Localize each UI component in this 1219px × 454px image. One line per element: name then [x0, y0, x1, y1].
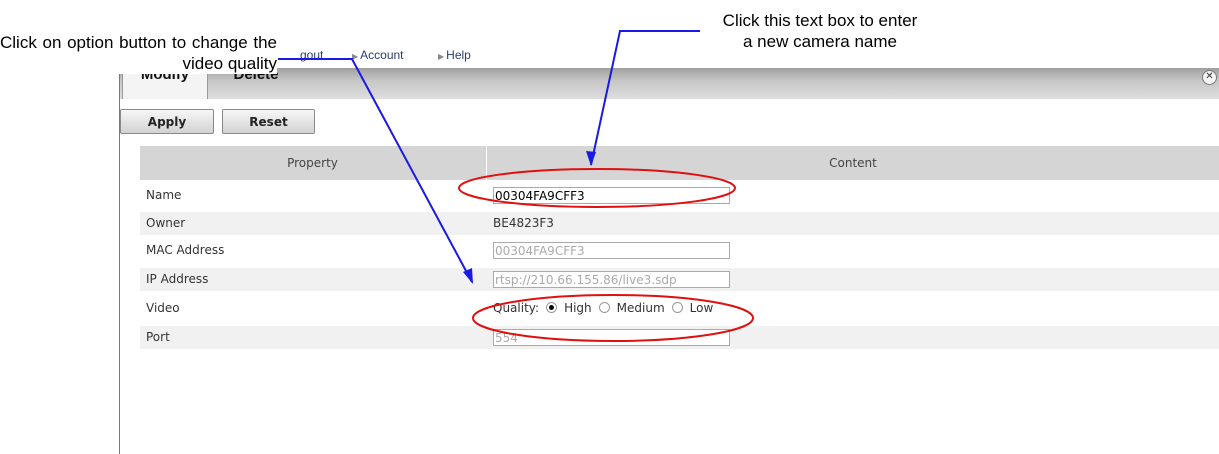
- row-label: MAC Address: [146, 243, 225, 257]
- row-label: Name: [146, 188, 182, 202]
- apply-button[interactable]: Apply: [120, 109, 214, 134]
- mac-address-field: [493, 242, 730, 259]
- annotation-line-2: a new camera name: [742, 32, 898, 51]
- row-port: Port: [140, 326, 1219, 349]
- triangle-right-icon: ▶: [352, 52, 359, 61]
- tab-bar: Modify Delete: [120, 67, 1219, 99]
- quality-label: Quality:: [493, 301, 540, 315]
- annotation-video-quality: Click on option button to change the vid…: [0, 32, 277, 74]
- quality-medium-radio[interactable]: [598, 302, 610, 313]
- nav-help-link[interactable]: ▶ Help: [438, 48, 471, 62]
- quality-high-label: High: [564, 301, 592, 315]
- nav-help-label: Help: [446, 48, 471, 62]
- reset-button[interactable]: Reset: [222, 109, 315, 134]
- quality-medium-label: Medium: [616, 301, 665, 315]
- port-field: [493, 329, 730, 346]
- annotation-line-1: Click this text box to enter: [722, 11, 918, 30]
- owner-value: BE4823F3: [493, 216, 554, 230]
- header-content: Content: [829, 156, 877, 170]
- row-label: Owner: [146, 216, 186, 230]
- annotation-camera-name: Click this text box to enter a new camer…: [655, 10, 985, 52]
- quality-high-radio[interactable]: [546, 302, 558, 313]
- row-label: IP Address: [146, 272, 209, 286]
- nav-account-label: Account: [360, 48, 404, 62]
- row-mac: MAC Address: [140, 239, 1219, 262]
- row-video: Video Quality: High Medium Low: [140, 297, 1219, 320]
- row-owner: Owner BE4823F3: [140, 212, 1219, 235]
- quality-low-radio[interactable]: [671, 302, 683, 313]
- nav-logout-link[interactable]: gout: [300, 48, 323, 62]
- row-label: Port: [146, 330, 170, 344]
- header-property: Property: [287, 156, 338, 170]
- close-icon[interactable]: ✕: [1202, 70, 1217, 85]
- quality-low-label: Low: [689, 301, 714, 315]
- row-label: Video: [146, 301, 180, 315]
- ip-address-field: [493, 271, 730, 288]
- row-name: Name: [140, 184, 1219, 207]
- row-ip: IP Address: [140, 268, 1219, 291]
- video-quality-group: Quality: High Medium Low: [493, 297, 713, 320]
- camera-name-input[interactable]: [493, 187, 730, 204]
- triangle-right-icon: ▶: [438, 52, 445, 61]
- nav-account-link[interactable]: ▶ Account: [352, 48, 404, 62]
